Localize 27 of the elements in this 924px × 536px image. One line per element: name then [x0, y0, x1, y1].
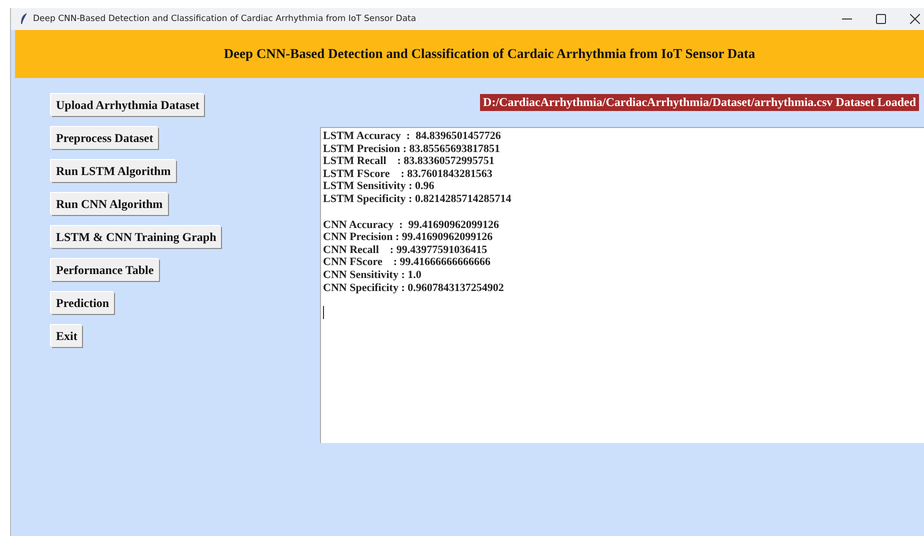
result-line: LSTM Recall : 83.83360572995751 [323, 155, 496, 168]
result-line: LSTM Sensitivity : 0.96 [323, 180, 436, 193]
result-line: CNN Sensitivity : 1.0 [323, 268, 422, 282]
action-button[interactable]: LSTM & CNN Training Graph [51, 226, 222, 248]
status-label: D:/CardiacArrhythmia/CardiacArrhythmia/Dataset/arrhythmia.csv Dataset Loaded [480, 94, 919, 111]
result-line: CNN FScore : 99.41666666666666 [323, 256, 492, 269]
result-line: LSTM Precision : 83.85565693817851 [323, 142, 502, 156]
output-text-area[interactable] [320, 127, 924, 443]
result-line: CNN Specificity : 0.9607843137254902 [323, 282, 505, 294]
action-button[interactable]: Performance Table [51, 259, 159, 281]
result-line: LSTM Specificity : 0.8214285714285714 [323, 192, 512, 206]
close-icon[interactable] [910, 14, 920, 24]
result-line: CNN Precision : 99.41690962099126 [323, 231, 494, 244]
action-button[interactable]: Preprocess Dataset [51, 127, 158, 149]
result-line: CNN Accuracy : 99.41690962099126 [323, 218, 500, 232]
maximize-icon[interactable] [876, 14, 886, 24]
result-line: LSTM Accuracy : 84.8396501457726 [323, 130, 502, 143]
app-title: Deep CNN-Based Detection and Classification of Cardaic Arrhythmia from IoT Sensor Data [224, 46, 756, 62]
window-title: Deep CNN-Based Detection and Classification of Cardiac Arrhythmia from IoT Sensor Data [33, 14, 416, 24]
result-line: LSTM FScore : 83.7601843281563 [323, 168, 494, 180]
action-button[interactable]: Run CNN Algorithm [51, 193, 168, 215]
action-button[interactable]: Prediction [51, 292, 114, 314]
action-button[interactable]: Upload Arrhythmia Dataset [51, 94, 204, 116]
result-line: CNN Recall : 99.43977591036415 [323, 244, 488, 256]
feather-icon [20, 13, 28, 25]
action-button[interactable]: Exit [51, 325, 82, 347]
action-button[interactable]: Run LSTM Algorithm [51, 160, 176, 182]
